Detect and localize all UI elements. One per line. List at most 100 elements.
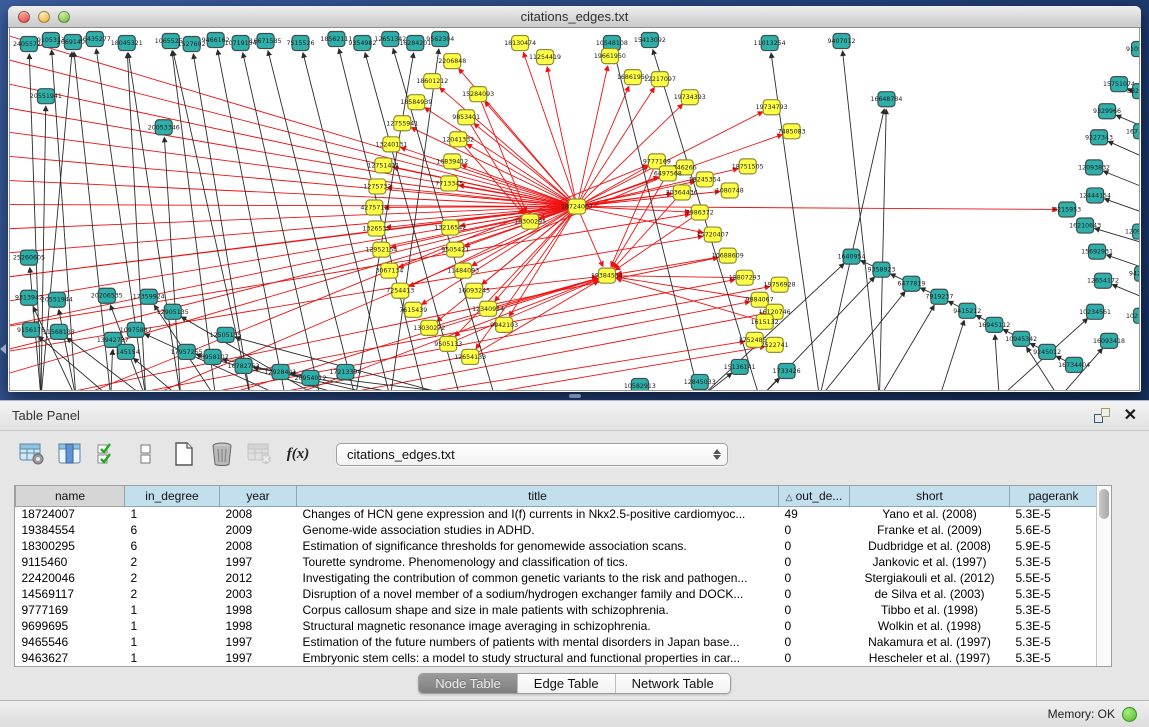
graph-node[interactable]: 19661950 xyxy=(594,49,626,64)
select-columns-icon[interactable] xyxy=(56,440,84,468)
graph-node[interactable]: 20053346 xyxy=(148,120,180,135)
table-row[interactable]: 1456911722003Disruption of a novel membe… xyxy=(16,586,1097,602)
tab-node-table[interactable]: Node Table xyxy=(419,674,517,693)
graph-node[interactable]: 2206848 xyxy=(438,54,466,69)
graph-node[interactable]: 11484093 xyxy=(447,263,479,278)
graph-node[interactable]: 13240131 xyxy=(375,137,407,152)
graph-node[interactable]: 9313942 xyxy=(15,290,43,305)
table-row[interactable]: 1872400712008Changes of HCN gene express… xyxy=(16,506,1097,522)
citation-edge-red[interactable] xyxy=(577,206,1057,209)
citation-edge-red[interactable] xyxy=(10,179,577,206)
tab-network-table[interactable]: Network Table xyxy=(615,674,730,693)
graph-node[interactable]: 7515526 xyxy=(286,36,314,51)
split-pane-grip[interactable] xyxy=(569,394,581,398)
graph-node[interactable]: 17359924 xyxy=(133,289,165,304)
citation-edge-red[interactable] xyxy=(10,154,577,206)
graph-node[interactable]: 20954012 xyxy=(294,370,326,385)
table-row[interactable]: 1938455462009Genome-wide association stu… xyxy=(16,522,1097,538)
citation-edge-black[interactable] xyxy=(1112,285,1139,300)
citation-edge-red[interactable] xyxy=(10,54,577,206)
citation-edge-black[interactable] xyxy=(1103,171,1139,189)
memory-ok-indicator[interactable] xyxy=(1122,707,1137,722)
graph-node[interactable]: 9407012 xyxy=(828,34,856,49)
column-header-title[interactable]: title xyxy=(297,486,779,506)
tab-edge-table[interactable]: Edge Table xyxy=(517,674,615,693)
graph-node[interactable]: 16945112 xyxy=(978,317,1010,332)
graph-node[interactable]: 10688609 xyxy=(712,248,744,263)
graph-node[interactable]: 16093245 xyxy=(458,283,490,298)
table-row[interactable]: 977716911998Corpus callosum shape and si… xyxy=(16,602,1097,618)
graph-node[interactable]: 18045321 xyxy=(111,36,143,51)
graph-node[interactable]: 9105460 xyxy=(1126,42,1139,57)
table-settings-icon[interactable] xyxy=(18,440,46,468)
select-all-icon[interactable] xyxy=(94,440,122,468)
graph-node[interactable]: 15136141 xyxy=(724,359,756,374)
graph-node[interactable]: 19734393 xyxy=(674,90,706,105)
graph-node[interactable]: 12905135 xyxy=(157,304,189,319)
citation-network-graph[interactable]: 2405572491053132069140616435277180453211… xyxy=(10,28,1139,390)
close-icon[interactable]: ✕ xyxy=(1124,408,1137,424)
table-scrollbar[interactable] xyxy=(1096,486,1111,666)
graph-node[interactable]: 16093418 xyxy=(1093,333,1125,348)
citation-edge-black[interactable] xyxy=(879,109,886,390)
network-graph-canvas[interactable]: 2405572491053132069140616435277180453211… xyxy=(9,28,1140,391)
citation-edge-black[interactable] xyxy=(995,335,999,390)
graph-node[interactable]: 7254413 xyxy=(386,283,414,298)
table-row[interactable]: 946554611997Estimation of the future num… xyxy=(16,634,1097,650)
graph-node[interactable]: 4275712 xyxy=(360,200,388,215)
unselect-rows-icon[interactable] xyxy=(132,440,160,468)
graph-node[interactable]: 15284093 xyxy=(462,87,494,102)
graph-node[interactable]: 9227343 xyxy=(1085,130,1113,145)
graph-node[interactable]: 19756928 xyxy=(764,277,796,292)
graph-node[interactable]: 16734415 xyxy=(1126,124,1139,139)
graph-node[interactable]: 18751505 xyxy=(732,159,764,174)
graph-node[interactable]: 20364436 xyxy=(666,185,698,200)
table-row[interactable]: 2242004622012Investigating the contribut… xyxy=(16,570,1097,586)
graph-node[interactable]: 1733426 xyxy=(773,363,801,378)
network-view-window[interactable]: citations_edges.txt 24055724910531320691… xyxy=(8,6,1141,392)
network-window-titlebar[interactable]: citations_edges.txt xyxy=(8,6,1141,28)
graph-node[interactable]: 1640954 xyxy=(838,249,866,264)
graph-node[interactable]: 15413092 xyxy=(634,33,666,48)
close-window-icon[interactable] xyxy=(18,11,30,23)
graph-node[interactable]: 18807293 xyxy=(729,270,761,285)
graph-node[interactable]: 10213854 xyxy=(1126,308,1139,323)
zoom-window-icon[interactable] xyxy=(58,11,70,23)
column-header-name[interactable]: name xyxy=(16,486,125,506)
graph-node[interactable]: 12654172 xyxy=(1087,273,1119,288)
graph-node[interactable]: 12093832 xyxy=(1078,160,1110,175)
graph-node[interactable]: 9329966 xyxy=(1093,104,1121,119)
new-document-icon[interactable] xyxy=(170,440,198,468)
graph-node[interactable]: 9358923 xyxy=(867,262,895,277)
graph-node[interactable]: 13030272 xyxy=(413,320,445,335)
table-selector-dropdown[interactable]: citations_edges.txt xyxy=(336,443,728,466)
graph-node[interactable]: 1080748 xyxy=(716,183,744,198)
column-header-in-degree[interactable]: in_degree xyxy=(125,486,220,506)
citation-edge-black[interactable] xyxy=(939,320,964,390)
column-header-out-de-[interactable]: △out_de... xyxy=(779,486,850,506)
column-header-year[interactable]: year xyxy=(220,486,297,506)
graph-node[interactable]: 11254419 xyxy=(529,50,561,65)
citation-edge-black[interactable] xyxy=(879,305,934,390)
column-header-short[interactable]: short xyxy=(850,486,1010,506)
citation-edge-black[interactable] xyxy=(1108,141,1139,159)
minimize-window-icon[interactable] xyxy=(38,11,50,23)
citation-edge-black[interactable] xyxy=(127,53,145,390)
graph-node[interactable]: 10582913 xyxy=(624,378,656,390)
graph-node[interactable]: 9942103 xyxy=(490,317,518,332)
graph-node[interactable]: 15720407 xyxy=(697,227,729,242)
graph-node[interactable]: 9421305 xyxy=(1129,266,1139,281)
citation-edge-black[interactable] xyxy=(59,310,76,390)
citation-edge-black[interactable] xyxy=(1107,255,1139,270)
citation-edge-red[interactable] xyxy=(10,129,577,206)
panel-collapse-arrow-icon[interactable] xyxy=(0,344,6,354)
citation-edge-red[interactable] xyxy=(577,88,654,207)
graph-node[interactable]: 10234561 xyxy=(1079,304,1111,319)
citation-edge-black[interactable] xyxy=(29,54,41,390)
citation-edge-red[interactable] xyxy=(614,192,682,268)
float-window-icon[interactable] xyxy=(1094,408,1110,423)
graph-node[interactable]: 16210643 xyxy=(1069,218,1101,233)
graph-node[interactable]: 16839412 xyxy=(436,154,468,169)
column-header-pagerank[interactable]: pagerank xyxy=(1010,486,1097,506)
citation-edge-red[interactable] xyxy=(10,79,577,206)
